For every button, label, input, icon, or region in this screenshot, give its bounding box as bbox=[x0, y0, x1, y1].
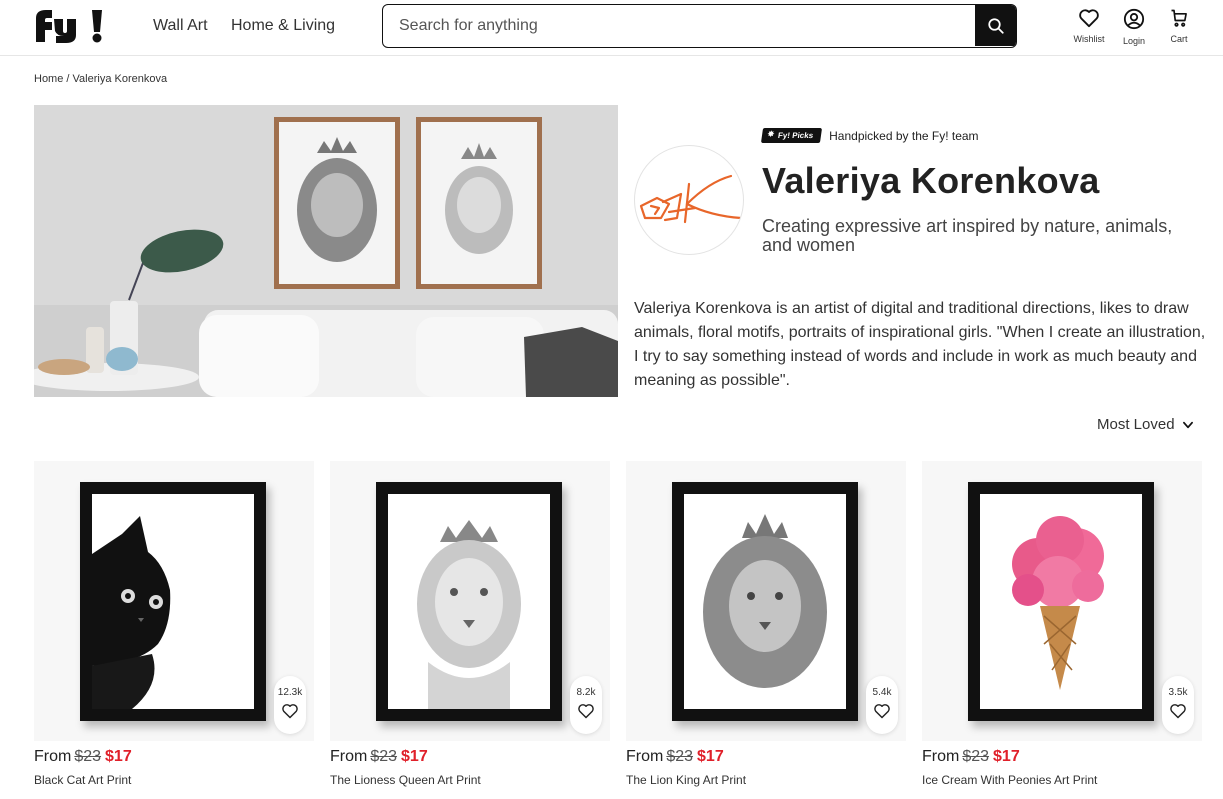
nav-home-living[interactable]: Home & Living bbox=[231, 17, 335, 35]
login-label: Login bbox=[1122, 36, 1146, 46]
product-image[interactable]: 3.5k bbox=[922, 461, 1202, 741]
site-header: Wall Art Home & Living Wishlist Login Ca… bbox=[0, 0, 1223, 56]
sale-price: $17 bbox=[993, 748, 1020, 765]
heart-icon bbox=[874, 704, 890, 719]
breadcrumb-separator: / bbox=[63, 73, 73, 85]
fy-picks-text: Handpicked by the Fy! team bbox=[829, 128, 979, 143]
product-name[interactable]: The Lioness Queen Art Print bbox=[330, 773, 610, 787]
user-icon bbox=[1123, 8, 1145, 30]
breadcrumb-current: Valeriya Korenkova bbox=[72, 73, 168, 85]
price-from: From bbox=[626, 748, 664, 765]
breadcrumb-home[interactable]: Home bbox=[34, 73, 63, 85]
product-image[interactable]: 8.2k bbox=[330, 461, 610, 741]
product-price: From $23 $17 bbox=[626, 748, 906, 766]
fy-logo[interactable] bbox=[34, 8, 110, 44]
cart-icon bbox=[1171, 9, 1187, 27]
heart-icon bbox=[1079, 9, 1099, 28]
artist-name: Valeriya Korenkova bbox=[762, 160, 1100, 201]
product-card[interactable]: 3.5k From $23 $17 Ice Cream With Peonies A… bbox=[922, 461, 1202, 787]
sale-price: $17 bbox=[697, 748, 724, 765]
love-count: 12.3k bbox=[277, 687, 303, 698]
product-name[interactable]: Black Cat Art Print bbox=[34, 773, 314, 787]
love-count: 8.2k bbox=[576, 687, 596, 698]
product-card[interactable]: 5.4k From $23 $17 The Lion King Art Print bbox=[626, 461, 906, 787]
star-icon: ✸ bbox=[766, 129, 776, 139]
chevron-down-icon bbox=[1182, 421, 1193, 428]
product-price: From $23 $17 bbox=[922, 748, 1202, 766]
artist-hero-image bbox=[34, 105, 618, 397]
love-button[interactable]: 3.5k bbox=[1162, 676, 1194, 734]
heart-icon bbox=[282, 704, 298, 719]
product-name[interactable]: Ice Cream With Peonies Art Print bbox=[922, 773, 1202, 787]
wishlist-label: Wishlist bbox=[1073, 34, 1105, 44]
cart-label: Cart bbox=[1170, 34, 1188, 44]
frame bbox=[968, 482, 1154, 721]
product-card[interactable]: 8.2k From $23 $17 The Lioness Queen Art Pr… bbox=[330, 461, 610, 787]
price-from: From bbox=[330, 748, 368, 765]
old-price: $23 bbox=[74, 748, 102, 765]
fy-picks: ✸ Fy! Picks Handpicked by the Fy! team bbox=[760, 128, 979, 143]
old-price: $23 bbox=[666, 748, 694, 765]
search-input[interactable] bbox=[399, 15, 959, 37]
product-price: From $23 $17 bbox=[34, 748, 314, 766]
old-price: $23 bbox=[370, 748, 398, 765]
sale-price: $17 bbox=[105, 748, 132, 765]
sort-label: Most Loved bbox=[1097, 416, 1175, 433]
artist-bio: Valeriya Korenkova is an artist of digit… bbox=[634, 300, 1206, 389]
love-count: 5.4k bbox=[872, 687, 892, 698]
wishlist-link[interactable]: Wishlist bbox=[1067, 8, 1111, 44]
search-button[interactable] bbox=[975, 5, 1016, 46]
fy-picks-badge-label: Fy! Picks bbox=[777, 131, 814, 140]
artist-tagline: Creating expressive art inspired by natu… bbox=[762, 216, 1173, 255]
product-name[interactable]: The Lion King Art Print bbox=[626, 773, 906, 787]
frame bbox=[80, 482, 266, 721]
cart-link[interactable]: Cart bbox=[1157, 8, 1201, 44]
sale-price: $17 bbox=[401, 748, 428, 765]
sort-dropdown[interactable]: Most Loved bbox=[1097, 416, 1195, 433]
frame bbox=[672, 482, 858, 721]
search-icon bbox=[987, 17, 1004, 34]
nav-wall-art[interactable]: Wall Art bbox=[153, 17, 208, 35]
love-count: 3.5k bbox=[1168, 687, 1188, 698]
breadcrumb: Home / Valeriya Korenkova bbox=[34, 73, 167, 85]
search-bar bbox=[382, 4, 1017, 48]
love-button[interactable]: 8.2k bbox=[570, 676, 602, 734]
fy-picks-badge: ✸ Fy! Picks bbox=[760, 128, 823, 143]
avatar bbox=[634, 145, 744, 255]
love-button[interactable]: 12.3k bbox=[274, 676, 306, 734]
login-link[interactable]: Login bbox=[1112, 8, 1156, 46]
love-button[interactable]: 5.4k bbox=[866, 676, 898, 734]
price-from: From bbox=[34, 748, 72, 765]
heart-icon bbox=[578, 704, 594, 719]
product-image[interactable]: 5.4k bbox=[626, 461, 906, 741]
old-price: $23 bbox=[962, 748, 990, 765]
frame bbox=[376, 482, 562, 721]
price-from: From bbox=[922, 748, 960, 765]
heart-icon bbox=[1170, 704, 1186, 719]
product-price: From $23 $17 bbox=[330, 748, 610, 766]
product-card[interactable]: 12.3k From $23 $17 Black Cat Art Print bbox=[34, 461, 314, 787]
product-image[interactable]: 12.3k bbox=[34, 461, 314, 741]
